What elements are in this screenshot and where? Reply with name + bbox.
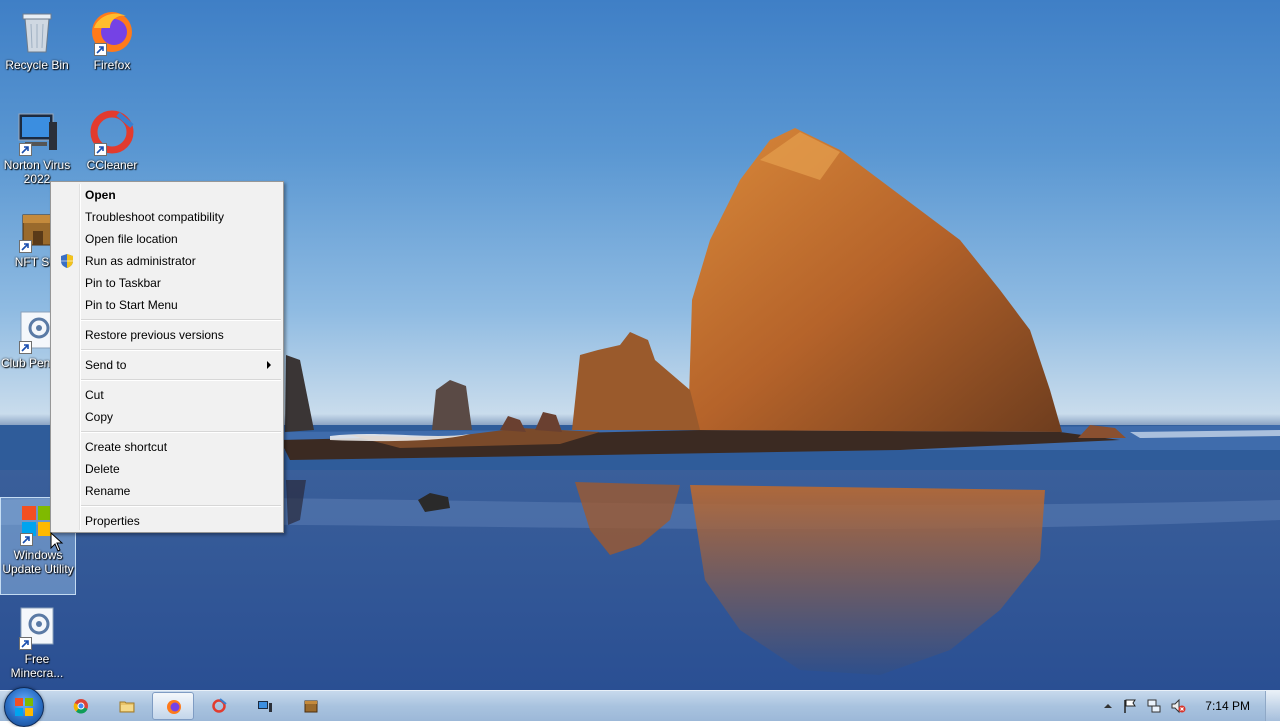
menu-item-cut[interactable]: Cut <box>53 384 281 406</box>
windows-logo-icon <box>15 698 33 716</box>
volume-muted-icon[interactable] <box>1170 698 1186 714</box>
firefox-icon <box>167 700 181 714</box>
desktop-icon-label: Recycle Bin <box>5 58 69 72</box>
taskbar-chrome[interactable] <box>60 692 102 720</box>
menu-item-delete[interactable]: Delete <box>53 458 281 480</box>
norton-icon <box>258 701 272 712</box>
show-desktop-button[interactable] <box>1265 691 1280 721</box>
shortcut-arrow-icon <box>19 341 32 354</box>
menu-item-open-file-location[interactable]: Open file location <box>53 228 281 250</box>
shortcut-arrow-icon <box>19 637 32 650</box>
ccleaner-icon <box>88 108 136 156</box>
desktop-icon-label: Free Minecra... <box>10 652 64 680</box>
menu-item-pin-to-start-menu[interactable]: Pin to Start Menu <box>53 294 281 316</box>
submenu-arrow-icon <box>267 361 271 369</box>
menu-item-run-as-administrator[interactable]: Run as administrator <box>53 250 281 272</box>
action-center-flag-icon[interactable] <box>1122 698 1138 714</box>
minecraft-icon <box>13 602 61 650</box>
desktop-icon-norton[interactable]: Norton Virus 2022 <box>0 108 74 186</box>
menu-item-open[interactable]: Open <box>53 184 281 206</box>
shortcut-arrow-icon <box>20 533 33 546</box>
mouse-cursor-icon <box>50 532 64 552</box>
desktop-icon-label: Firefox <box>93 58 131 72</box>
shortcut-arrow-icon <box>94 143 107 156</box>
nft-store-icon <box>304 700 318 713</box>
shortcut-arrow-icon <box>94 43 107 56</box>
menu-item-label: Run as administrator <box>85 254 196 268</box>
taskbar-ccleaner[interactable] <box>198 692 240 720</box>
explorer-icon <box>119 701 135 713</box>
shortcut-arrow-icon <box>19 240 32 253</box>
menu-item-rename[interactable]: Rename <box>53 480 281 502</box>
menu-separator <box>81 379 281 381</box>
desktop-icon-label: CCleaner <box>86 158 138 172</box>
system-tray: 7:14 PM <box>1100 691 1280 721</box>
uac-shield-icon <box>61 254 73 268</box>
menu-separator <box>81 349 281 351</box>
menu-item-troubleshoot-compatibility[interactable]: Troubleshoot compatibility <box>53 206 281 228</box>
menu-item-pin-to-taskbar[interactable]: Pin to Taskbar <box>53 272 281 294</box>
shortcut-arrow-icon <box>19 143 32 156</box>
context-menu: Open Troubleshoot compatibility Open fil… <box>50 181 284 533</box>
menu-item-restore-previous-versions[interactable]: Restore previous versions <box>53 324 281 346</box>
recycle-bin-icon <box>13 8 61 56</box>
norton-icon <box>13 108 61 156</box>
desktop-icon-recycle-bin[interactable]: Recycle Bin <box>0 8 74 72</box>
taskbar-firefox[interactable] <box>152 692 194 720</box>
desktop-icon-ccleaner[interactable]: CCleaner <box>75 108 149 172</box>
taskbar: 7:14 PM <box>0 687 1280 727</box>
start-button[interactable] <box>4 687 44 727</box>
taskbar-norton[interactable] <box>244 692 286 720</box>
chrome-icon <box>73 699 88 714</box>
menu-separator <box>81 319 281 321</box>
menu-item-create-shortcut[interactable]: Create shortcut <box>53 436 281 458</box>
menu-item-properties[interactable]: Properties <box>53 510 281 532</box>
desktop-icon-label: Windows Update Utility <box>2 548 74 576</box>
network-icon[interactable] <box>1146 698 1162 714</box>
show-hidden-icons-icon[interactable] <box>1100 698 1116 714</box>
menu-item-send-to[interactable]: Send to <box>53 354 281 376</box>
menu-item-label: Send to <box>85 358 127 372</box>
menu-item-copy[interactable]: Copy <box>53 406 281 428</box>
desktop[interactable]: Recycle Bin Firefox Norton Virus 2022 CC… <box>0 0 1280 690</box>
taskbar-explorer[interactable] <box>106 692 148 720</box>
ccleaner-icon <box>212 698 227 713</box>
desktop-icon-free-minecraft[interactable]: Free Minecra... <box>0 602 74 680</box>
menu-separator <box>81 431 281 433</box>
menu-separator <box>81 505 281 507</box>
taskbar-nft-store[interactable] <box>290 692 332 720</box>
clock[interactable]: 7:14 PM <box>1205 699 1250 713</box>
desktop-icon-firefox[interactable]: Firefox <box>75 8 149 72</box>
firefox-icon <box>88 8 136 56</box>
